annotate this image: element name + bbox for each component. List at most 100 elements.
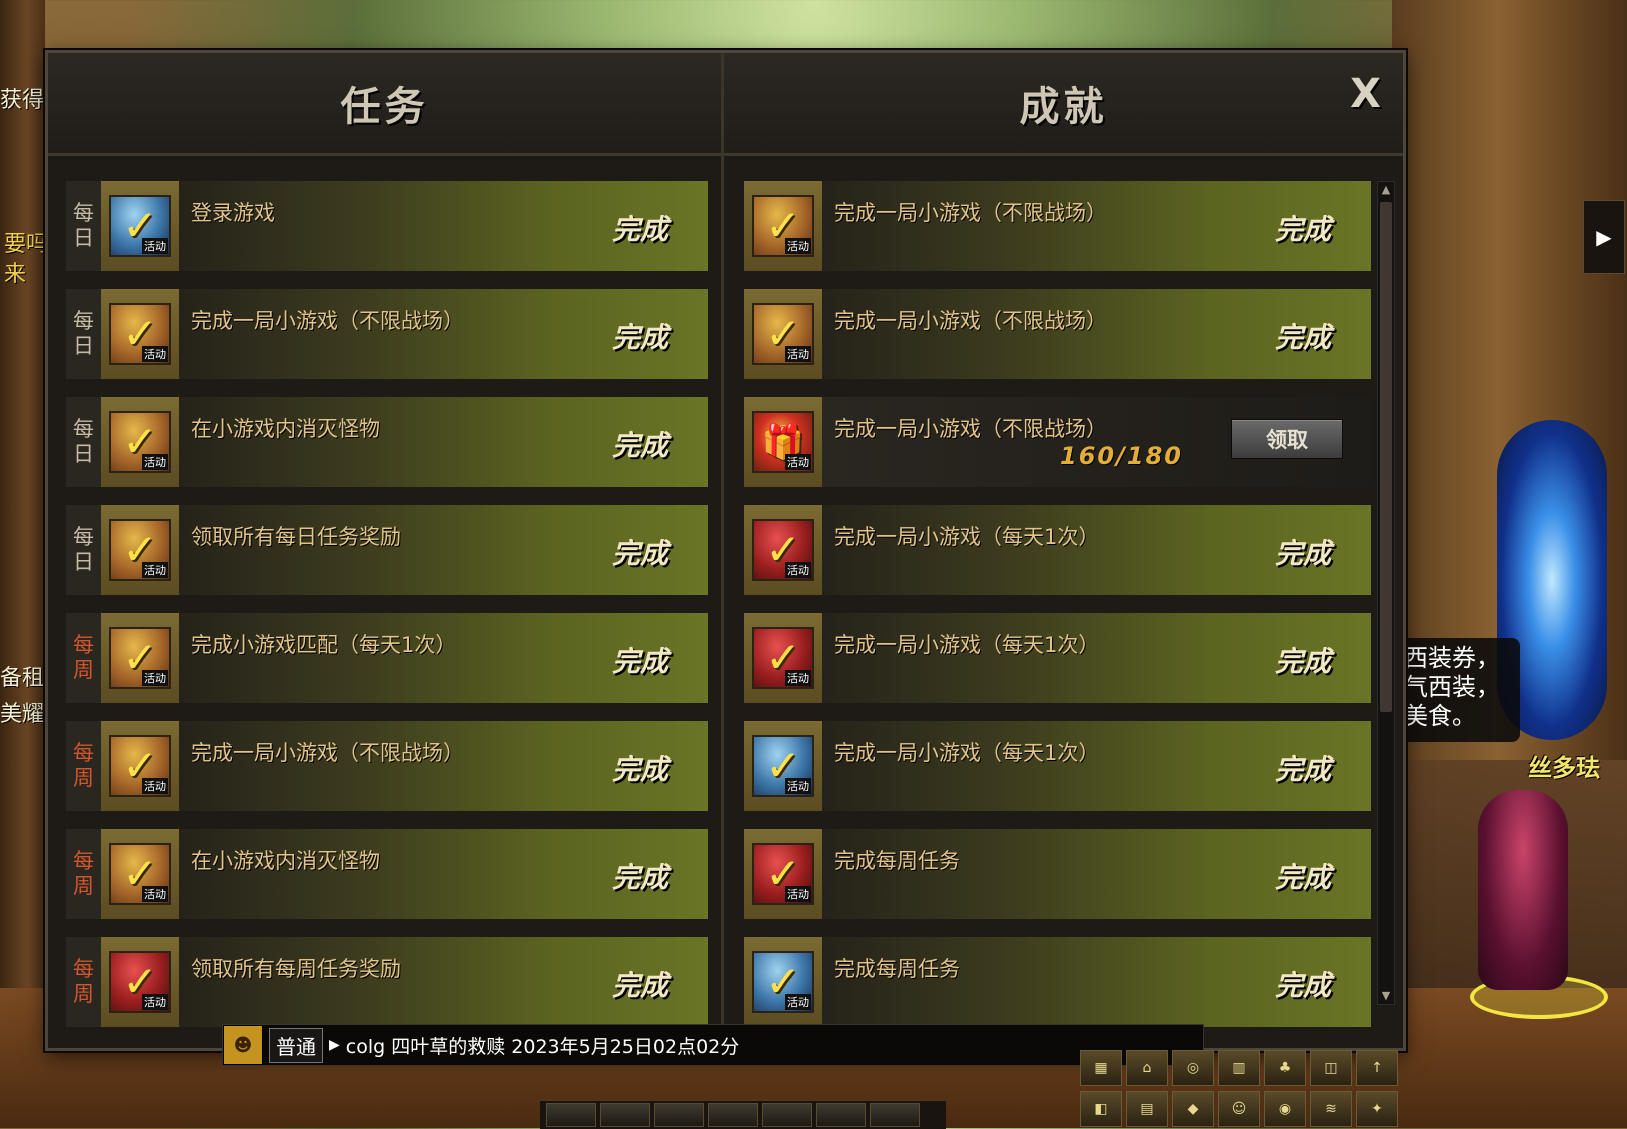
check-gold-icon: ✓ 活动 bbox=[109, 519, 171, 581]
achievement-row[interactable]: ✓ 活动 完成一局小游戏（不限战场） 完成 bbox=[744, 289, 1371, 379]
achievement-status: 完成 bbox=[1274, 321, 1331, 354]
gift-icon: 🎁 活动 bbox=[752, 411, 814, 473]
activity-icon[interactable]: ◧ bbox=[1080, 1091, 1122, 1127]
check-gold-icon: ✓ 活动 bbox=[109, 303, 171, 365]
achievement-status: 完成 bbox=[1274, 861, 1331, 894]
quests-column: 任务 每日 ✓ 活动 登录游戏 完成 每日 ✓ 活动 完成一局小游戏（不限战场） 完… bbox=[48, 53, 721, 1048]
quest-row[interactable]: 每日 ✓ 活动 完成一局小游戏（不限战场） 完成 bbox=[66, 289, 708, 379]
chat-message: colg 四叶草的救赎 2023年5月25日02点02分 bbox=[345, 1035, 740, 1058]
skill-slot[interactable] bbox=[816, 1103, 866, 1127]
achievement-icon-frame: ✓ 活动 bbox=[744, 721, 822, 811]
achievement-row[interactable]: ✓ 活动 完成一局小游戏（不限战场） 完成 bbox=[744, 181, 1371, 271]
weekly-badge: 每周 bbox=[66, 613, 101, 703]
achievement-row[interactable]: ✓ 活动 完成每周任务 完成 bbox=[744, 829, 1371, 919]
npc-speech-line: 美食。 bbox=[1404, 702, 1476, 730]
achievement-row[interactable]: ✓ 活动 完成一局小游戏（每天1次） 完成 bbox=[744, 505, 1371, 595]
skill-slot[interactable] bbox=[762, 1103, 812, 1127]
npc-speech-line: 西装券， bbox=[1404, 644, 1500, 672]
chat-arrow-icon: ▶ bbox=[329, 1037, 340, 1053]
level-up-icon[interactable]: ↑ bbox=[1356, 1050, 1398, 1086]
chat-emote-icon[interactable]: ☻ bbox=[223, 1025, 263, 1065]
house-icon[interactable]: ⌂ bbox=[1126, 1050, 1168, 1086]
achievements-column: 成就 X ✓ 活动 完成一局小游戏（不限战场） 完成 ✓ 活动 完成一局小游戏（不限… bbox=[724, 53, 1403, 1048]
scroll-up-arrow-icon[interactable]: ▲ bbox=[1378, 182, 1394, 198]
avatar-icon[interactable]: ☺ bbox=[1218, 1091, 1260, 1127]
achievement-title: 完成每周任务 bbox=[834, 849, 960, 873]
chat-bar[interactable]: ☻ 普通 ▶ colg 四叶草的救赎 2023年5月25日02点02分 bbox=[222, 1024, 1204, 1066]
check-gold-icon: ✓ 活动 bbox=[109, 735, 171, 797]
tp-icon[interactable]: ◉ bbox=[1264, 1091, 1306, 1127]
achievement-title: 完成一局小游戏（每天1次） bbox=[834, 741, 1100, 765]
achievement-content: 完成一局小游戏（每天1次） 完成 bbox=[822, 505, 1371, 595]
achievement-title: 完成一局小游戏（不限战场） bbox=[834, 201, 1107, 225]
skill-slot[interactable] bbox=[654, 1103, 704, 1127]
check-blue-icon: ✓ 活动 bbox=[752, 735, 814, 797]
skill-slot[interactable] bbox=[546, 1103, 596, 1127]
npc-speech-line: 气西装， bbox=[1404, 673, 1500, 701]
achievement-status: 完成 bbox=[1274, 537, 1331, 570]
weekly-icon[interactable]: ◫ bbox=[1310, 1050, 1352, 1086]
achievement-title: 完成一局小游戏（每天1次） bbox=[834, 633, 1100, 657]
quest-content: 领取所有每日任务奖励 完成 bbox=[179, 505, 708, 595]
achievement-row[interactable]: ✓ 活动 完成每周任务 完成 bbox=[744, 937, 1371, 1027]
quest-icon-frame: ✓ 活动 bbox=[101, 829, 179, 919]
check-gold-icon: ✓ 活动 bbox=[109, 627, 171, 689]
quest-title: 领取所有每日任务奖励 bbox=[191, 525, 401, 549]
scroll-icon[interactable]: ≋ bbox=[1310, 1091, 1352, 1127]
dungeon-icon[interactable]: ◆ bbox=[1172, 1091, 1214, 1127]
chart-icon[interactable]: ▥ bbox=[1218, 1050, 1260, 1086]
chat-channel-selector[interactable]: 普通 bbox=[269, 1027, 323, 1063]
achievement-row-pending: 🎁 活动 完成一局小游戏（不限战场） 160/180 领取 bbox=[744, 397, 1371, 487]
quest-row[interactable]: 每周 ✓ 活动 完成一局小游戏（不限战场） 完成 bbox=[66, 721, 708, 811]
claim-reward-button[interactable]: 领取 bbox=[1231, 419, 1343, 459]
quest-content: 在小游戏内消灭怪物 完成 bbox=[179, 829, 708, 919]
quest-title: 完成小游戏匹配（每天1次） bbox=[191, 633, 457, 657]
achievement-icon-frame: ✓ 活动 bbox=[744, 505, 822, 595]
quest-status: 完成 bbox=[611, 213, 668, 246]
quest-row[interactable]: 每周 ✓ 活动 在小游戏内消灭怪物 完成 bbox=[66, 829, 708, 919]
quest-status: 完成 bbox=[611, 321, 668, 354]
quest-row[interactable]: 每日 ✓ 活动 在小游戏内消灭怪物 完成 bbox=[66, 397, 708, 487]
achievement-content: 完成一局小游戏（不限战场） 完成 bbox=[822, 289, 1371, 379]
scrollbar-thumb[interactable] bbox=[1380, 202, 1392, 712]
skill-slot[interactable] bbox=[870, 1103, 920, 1127]
weekly-badge: 每周 bbox=[66, 937, 101, 1027]
background-text: 备租 bbox=[0, 666, 45, 691]
weekly-badge: 每周 bbox=[66, 829, 101, 919]
skill-slot[interactable] bbox=[600, 1103, 650, 1127]
quest-status: 完成 bbox=[611, 861, 668, 894]
npc-character[interactable] bbox=[1478, 790, 1568, 990]
achievement-content: 完成一局小游戏（每天1次） 完成 bbox=[822, 613, 1371, 703]
background-text: 来 bbox=[4, 262, 27, 287]
achievements-header: 成就 bbox=[724, 53, 1403, 156]
daily-badge: 每日 bbox=[66, 181, 101, 271]
quest-status: 完成 bbox=[611, 645, 668, 678]
swirl-icon[interactable]: ◎ bbox=[1172, 1050, 1214, 1086]
achievement-scrollbar[interactable]: ▲ ▼ bbox=[1377, 181, 1395, 1005]
check-gold-icon: ✓ 活动 bbox=[109, 843, 171, 905]
clipboard-icon[interactable]: ▤ bbox=[1126, 1091, 1168, 1127]
side-panel-toggle-button[interactable]: ▶ bbox=[1583, 200, 1625, 274]
skill-slot[interactable] bbox=[708, 1103, 758, 1127]
sprout-icon[interactable]: ♣ bbox=[1264, 1050, 1306, 1086]
achievement-status: 完成 bbox=[1274, 213, 1331, 246]
background-text: 获得 bbox=[0, 88, 45, 113]
play-arrow-icon: ▶ bbox=[1596, 225, 1612, 249]
settings-icon[interactable]: ✦ bbox=[1356, 1091, 1398, 1127]
skill-bar bbox=[540, 1100, 946, 1129]
quest-icon-frame: ✓ 活动 bbox=[101, 397, 179, 487]
achievement-icon-frame: ✓ 活动 bbox=[744, 613, 822, 703]
calendar-icon[interactable]: ▦ bbox=[1080, 1050, 1122, 1086]
quest-row[interactable]: 每日 ✓ 活动 登录游戏 完成 bbox=[66, 181, 708, 271]
achievement-row[interactable]: ✓ 活动 完成一局小游戏（每天1次） 完成 bbox=[744, 613, 1371, 703]
achievement-content: 完成每周任务 完成 bbox=[822, 829, 1371, 919]
quest-row[interactable]: 每周 ✓ 活动 领取所有每周任务奖励 完成 bbox=[66, 937, 708, 1027]
close-button[interactable]: X bbox=[1350, 71, 1381, 117]
daily-badge: 每日 bbox=[66, 505, 101, 595]
achievement-row[interactable]: ✓ 活动 完成一局小游戏（每天1次） 完成 bbox=[744, 721, 1371, 811]
scroll-down-arrow-icon[interactable]: ▼ bbox=[1378, 988, 1394, 1004]
check-red-icon: ✓ 活动 bbox=[752, 843, 814, 905]
quest-row[interactable]: 每周 ✓ 活动 完成小游戏匹配（每天1次） 完成 bbox=[66, 613, 708, 703]
quest-row[interactable]: 每日 ✓ 活动 领取所有每日任务奖励 完成 bbox=[66, 505, 708, 595]
achievement-title: 完成每周任务 bbox=[834, 957, 960, 981]
